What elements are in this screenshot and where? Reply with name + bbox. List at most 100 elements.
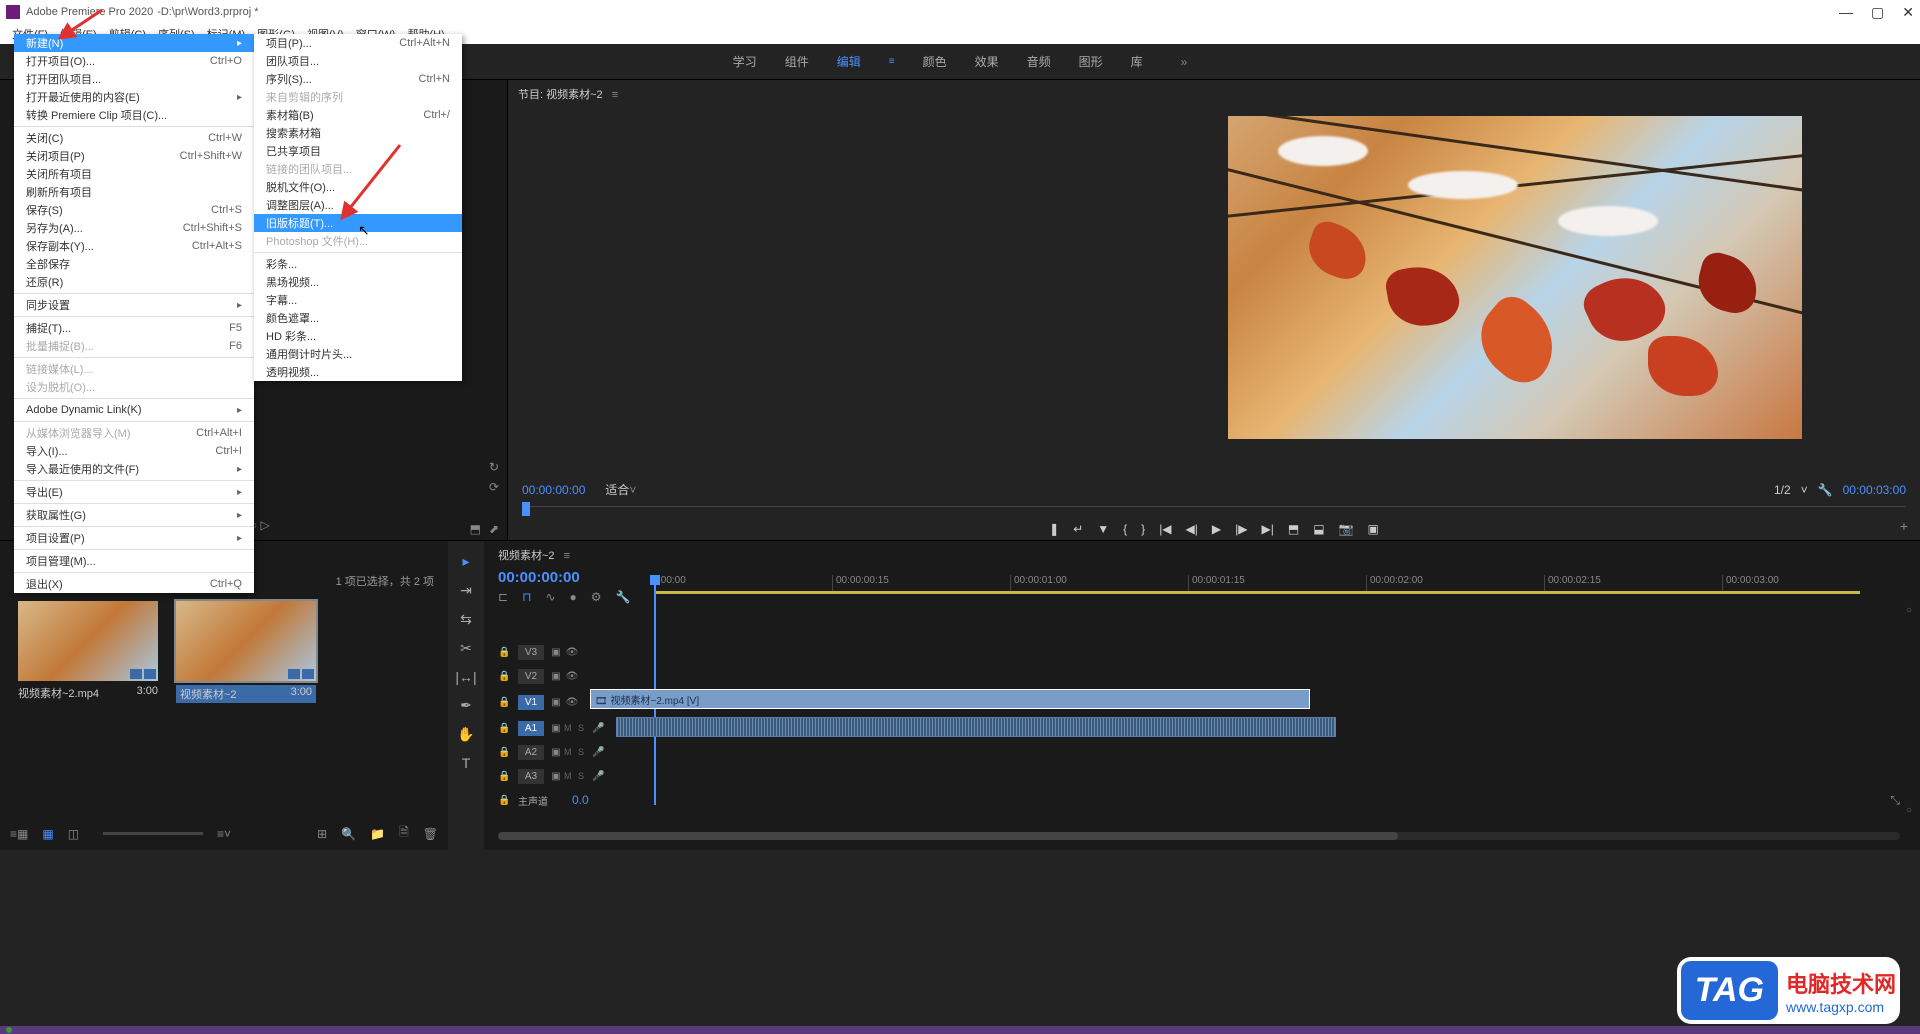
zoom-fit[interactable]: 适合 [605, 481, 629, 498]
menu-item[interactable]: 脱机文件(O)... [254, 178, 462, 196]
menu-item[interactable]: 另存为(A)...Ctrl+Shift+S [14, 219, 254, 237]
zoom-dropdown-icon[interactable]: ˅ [629, 483, 636, 497]
pen-tool-icon[interactable]: ✒ [460, 697, 472, 714]
overwrite-icon[interactable]: ⬈ [489, 522, 499, 536]
new-item-icon[interactable]: 🗎 [399, 823, 409, 844]
menu-item[interactable]: 关闭(C)Ctrl+W [14, 129, 254, 147]
timeline-zoom-scroll[interactable] [498, 832, 1900, 840]
menu-item[interactable]: 调整图层(A)... [254, 196, 462, 214]
menu-item[interactable]: 来自剪辑的序列 [254, 88, 462, 106]
settings-icon[interactable]: ⚙ [591, 590, 602, 604]
thumb-size-slider[interactable] [103, 832, 203, 835]
master-track[interactable]: 🔒主声道0.0⤡ [498, 789, 1900, 811]
play-back-icon[interactable]: ◀| [1186, 522, 1198, 536]
menu-item[interactable]: Adobe Dynamic Link(K)▸ [14, 401, 254, 419]
clip-item[interactable]: 视频素材~23:00 [176, 601, 316, 703]
menu-item[interactable]: 导入(I)...Ctrl+I [14, 442, 254, 460]
extract-icon[interactable]: ⬓ [1313, 522, 1324, 536]
go-to-in-icon[interactable]: { [1123, 522, 1127, 536]
program-playhead[interactable] [522, 502, 530, 516]
menu-item[interactable]: 黑场视频... [254, 273, 462, 291]
menu-item[interactable]: 还原(R) [14, 273, 254, 291]
menu-item[interactable]: 打开团队项目... [14, 70, 254, 88]
menu-item[interactable]: 链接的团队项目... [254, 160, 462, 178]
menu-item[interactable]: 导入最近使用的文件(F)▸ [14, 460, 254, 478]
mark-out-icon[interactable]: ↵ [1073, 522, 1083, 536]
menu-item[interactable]: 新建(N)▸ [14, 34, 254, 52]
lift-icon[interactable]: ⬒ [1288, 522, 1299, 536]
menu-item[interactable]: HD 彩条... [254, 327, 462, 345]
menu-item[interactable]: 项目管理(M)... [14, 552, 254, 570]
icon-view-icon[interactable]: ▦ [42, 827, 53, 841]
insert-icon[interactable]: ⬒ [470, 522, 481, 536]
tab-assembly[interactable]: 组件 [785, 53, 809, 70]
linked-selection-icon[interactable]: ∿ [545, 590, 555, 604]
comparison-icon[interactable]: ▣ [1368, 522, 1379, 536]
step-forward-icon[interactable]: |▶ [1235, 522, 1247, 536]
hand-tool-icon[interactable]: ✋ [457, 726, 474, 743]
go-next-icon[interactable]: ▶| [1262, 522, 1274, 536]
razor-tool-icon[interactable]: ✂ [460, 640, 472, 657]
menu-item[interactable]: 序列(S)...Ctrl+N [254, 70, 462, 88]
track-select-tool-icon[interactable]: ⇥ [460, 582, 472, 599]
tab-audio[interactable]: 音频 [1027, 53, 1051, 70]
menu-item[interactable]: 全部保存 [14, 255, 254, 273]
snap-icon[interactable]: ⊓ [522, 590, 531, 604]
menu-item[interactable]: 素材箱(B)Ctrl+/ [254, 106, 462, 124]
wrench-icon[interactable]: 🔧 [1818, 483, 1833, 497]
tab-effects[interactable]: 效果 [975, 53, 999, 70]
menu-item[interactable]: 退出(X)Ctrl+Q [14, 575, 254, 593]
delete-icon[interactable]: 🗑 [423, 827, 438, 841]
maximize-icon[interactable]: ▢ [1871, 4, 1884, 21]
export-frame-icon[interactable]: 📷 [1339, 522, 1354, 536]
nest-icon[interactable]: ⊏ [498, 590, 508, 604]
add-marker-icon[interactable]: ▼ [1097, 522, 1109, 536]
resolution[interactable]: 1/2 [1774, 483, 1791, 497]
menu-item[interactable]: 关闭所有项目 [14, 165, 254, 183]
video-track[interactable]: 🔒V2▣👁 [498, 665, 1900, 687]
menu-item[interactable]: 旧版标题(T)... [254, 214, 462, 232]
export-frame-icon[interactable]: ↻ [489, 460, 499, 474]
menu-item[interactable]: 项目(P)...Ctrl+Alt+N [254, 34, 462, 52]
go-to-out-icon[interactable]: } [1141, 522, 1145, 536]
program-timecode-left[interactable]: 00:00:00:00 [522, 483, 585, 497]
video-track[interactable]: 🔒V1▣👁🎞 视频素材~2.mp4 [V] [498, 689, 1900, 715]
menu-item[interactable]: 获取属性(G)▸ [14, 506, 254, 524]
timeline-tab-menu-icon[interactable]: ≡ [564, 550, 570, 562]
video-track[interactable]: 🔒V3▣👁 [498, 641, 1900, 663]
clip-item[interactable]: 视频素材~2.mp43:00 [18, 601, 158, 703]
auto-sequence-icon[interactable]: ⊞ [317, 827, 327, 841]
close-icon[interactable]: ✕ [1902, 4, 1914, 21]
menu-item[interactable]: 项目设置(P)▸ [14, 529, 254, 547]
selection-tool-icon[interactable]: ▸ [462, 553, 469, 570]
button-editor-icon[interactable]: + [1900, 518, 1908, 534]
timeline-clip-audio[interactable] [616, 717, 1336, 737]
menu-item[interactable]: 设为脱机(O)... [14, 378, 254, 396]
menu-item[interactable]: 打开最近使用的内容(E)▸ [14, 88, 254, 106]
loop-icon[interactable]: ⟳ [489, 480, 499, 494]
tab-color[interactable]: 颜色 [923, 53, 947, 70]
step-back-icon[interactable]: |◀ [1159, 522, 1171, 536]
menu-item[interactable]: 搜索素材箱 [254, 124, 462, 142]
program-ruler[interactable] [522, 506, 1906, 514]
play-icon[interactable]: ▶ [1212, 522, 1221, 536]
program-tab-menu-icon[interactable]: ≡ [612, 89, 618, 101]
audio-track[interactable]: 🔒A2▣MS🎤 [498, 741, 1900, 763]
tab-graphics[interactable]: 图形 [1079, 53, 1103, 70]
menu-item[interactable]: 已共享项目 [254, 142, 462, 160]
markers-icon[interactable]: ● [570, 590, 577, 604]
new-bin-icon[interactable]: 📁 [370, 827, 385, 841]
menu-item[interactable]: 透明视频... [254, 363, 462, 381]
menu-item[interactable]: 保存副本(Y)...Ctrl+Alt+S [14, 237, 254, 255]
tab-learn[interactable]: 学习 [733, 53, 757, 70]
program-tab-label[interactable]: 节目: 视频素材~2 [518, 89, 603, 101]
program-monitor[interactable] [1228, 116, 1802, 439]
minimize-icon[interactable]: — [1839, 4, 1853, 21]
work-area-bar[interactable] [654, 591, 1860, 594]
menu-item[interactable]: 关闭项目(P)Ctrl+Shift+W [14, 147, 254, 165]
menu-item[interactable]: 打开项目(O)...Ctrl+O [14, 52, 254, 70]
menu-item[interactable]: 团队项目... [254, 52, 462, 70]
tab-menu-icon[interactable]: ≡ [889, 56, 895, 67]
menu-item[interactable]: Photoshop 文件(H)... [254, 232, 462, 250]
menu-item[interactable]: 导出(E)▸ [14, 483, 254, 501]
